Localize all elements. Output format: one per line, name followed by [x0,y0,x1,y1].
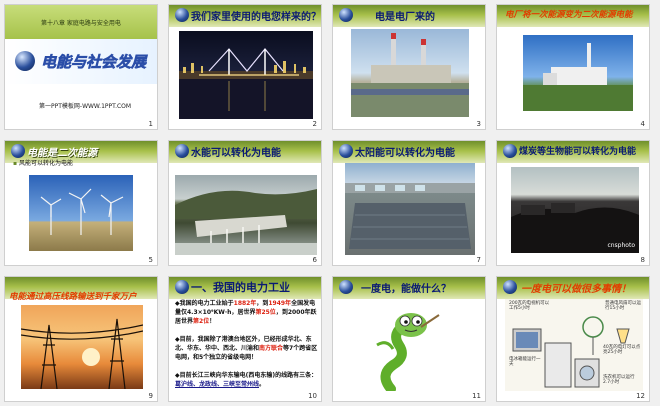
cartoon-worm-illustration [373,305,449,391]
coal-yard-photo: cnsphoto [511,167,639,253]
caption-washer: 洗衣机可以运行2.7小时 [603,375,635,385]
slide-thumbnail-4[interactable]: 电厂将一次能源变为二次能源电能 4 [496,4,650,130]
slide-title: 水能可以转化为电能 [191,148,281,159]
slide-title: 电能通过高压线路输送到千家万户 [9,292,137,302]
slide-thumbnail-6[interactable]: 水能可以转化为电能 6 [168,140,322,266]
globe-icon [175,280,189,294]
slide-number: 2 [312,120,317,128]
slide-title: 太阳能可以转化为电能 [355,148,455,159]
text-run: 南方联合 [259,345,284,352]
caption-fridge: 电冰箱能运行一天 [509,357,541,367]
slide-title: 电厂将一次能源变为二次能源电能 [505,10,633,20]
slide-title: 一度电，能做什么？ [361,284,451,295]
text-run: 第25位 [255,309,276,316]
text-run: ，到 [256,300,269,307]
chapter-label: 第十八章 家庭电路与安全用电 [41,20,121,27]
slide-title: 我们家里使用的电您样来的？ [191,12,321,23]
slide-thumbnail-10[interactable]: 一、我国的电力工业 ◆我国的电力工业始于1882年，到1949年全国发电量仅4.… [168,276,322,402]
caption-fan: 普通电风扇可以运行15小时 [605,301,641,311]
slide-thumbnail-12[interactable]: 一度电可以做很多事情！ 200瓦的电视机可以工作5小时 普通电风扇可以运行15小… [496,276,650,402]
globe-icon [175,8,189,22]
slide-thumbnail-8[interactable]: 煤炭等生物能可以转化为电能 cnsphoto 8 [496,140,650,266]
main-title: 电能与社会发展 [41,53,147,72]
globe-icon [339,280,353,294]
slide-number: 4 [640,120,645,128]
wind-turbines-photo [29,175,133,251]
text-run: 。 [259,381,266,388]
globe-icon [503,280,517,294]
slide-thumbnail-3[interactable]: 电是电厂来的 3 [332,4,486,130]
power-plant-photo [523,35,633,111]
slide-number: 3 [476,120,481,128]
slide-number: 5 [148,256,153,264]
slide-number: 9 [148,392,153,400]
slide-thumbnail-1[interactable]: 第十八章 家庭电路与安全用电 电能与社会发展 第一PPT模板网-WWW.1PPT… [4,4,158,130]
globe-icon [503,144,517,158]
slide-title: 电是电厂来的 [375,12,435,23]
slide-number: 8 [640,256,645,264]
slide-thumbnail-9[interactable]: 电能通过高压线路输送到千家万户 9 [4,276,158,402]
text-run: 我国的电力工业始于 [179,300,234,307]
slide-number: 12 [636,392,645,400]
power-lines-sunset-photo [21,305,143,389]
slide-number: 10 [308,392,317,400]
power-plant-photo [351,29,469,117]
bullet-marker: ▪ [13,160,18,167]
slide-title: 煤炭等生物能可以转化为电能 [519,147,637,157]
slide-thumbnail-2[interactable]: 我们家里使用的电您样来的？ 2 [168,4,322,130]
globe-icon [175,144,189,158]
text-run: 葛沪线、龙政线、三峡至常州线 [175,381,260,388]
slide-number: 1 [148,120,153,128]
globe-icon [339,8,353,22]
bullet-text: ▪ 风能可以转化为电能 [13,159,73,168]
hydro-dam-photo [175,175,317,255]
slide-title: 一、我国的电力工业 [191,281,290,294]
caption-lamp: 40瓦的电灯可以点亮25小时 [603,345,641,355]
night-city-bridge-photo [179,31,313,119]
slide-title: 电能是二次能源 [27,148,97,159]
site-url: 第一PPT模板网-WWW.1PPT.COM [39,103,132,110]
text-run: 1949年 [268,300,292,307]
photo-watermark: cnsphoto [607,242,635,249]
slide-number: 7 [476,256,481,264]
text-run: ！ [209,318,216,325]
slide-number: 6 [312,256,317,264]
slide-thumbnail-5[interactable]: 电能是二次能源 ▪ 风能可以转化为电能 5 [4,140,158,266]
caption-tv: 200瓦的电视机可以工作5小时 [509,301,550,311]
slide-thumbnail-11[interactable]: 一度电，能做什么？ 11 [332,276,486,402]
bullet-paragraph-3: ◆目前长江三峡向华东输电(西电东输)的线路有三条：葛沪线、龙政线、三峡至常州线。 [175,371,319,389]
text-run: 目前长江三峡向华东输电(西电东输)的线路有三条： [179,372,318,379]
globe-icon [339,144,353,158]
globe-icon [11,144,25,158]
text-run: 第2位 [193,318,210,325]
slide-title: 一度电可以做很多事情！ [521,284,631,295]
globe-icon [15,51,35,71]
solar-panels-photo [345,163,475,255]
text-run: 1882年 [233,300,257,307]
appliances-illustration: 200瓦的电视机可以工作5小时 普通电风扇可以运行15小时 40瓦的电灯可以点亮… [505,299,643,391]
bullet-paragraph-2: ◆目前，我国除了港澳台地区外，已经形成华北、东北、华东、华中、西北、川渝和南方联… [175,335,319,362]
slide-number: 11 [472,392,481,400]
bullet-label: 风能可以转化为电能 [19,160,74,167]
slide-thumbnail-7[interactable]: 太阳能可以转化为电能 7 [332,140,486,266]
bullet-paragraph-1: ◆我国的电力工业始于1882年，到1949年全国发电量仅4.3×10⁹KW·h，… [175,299,319,326]
